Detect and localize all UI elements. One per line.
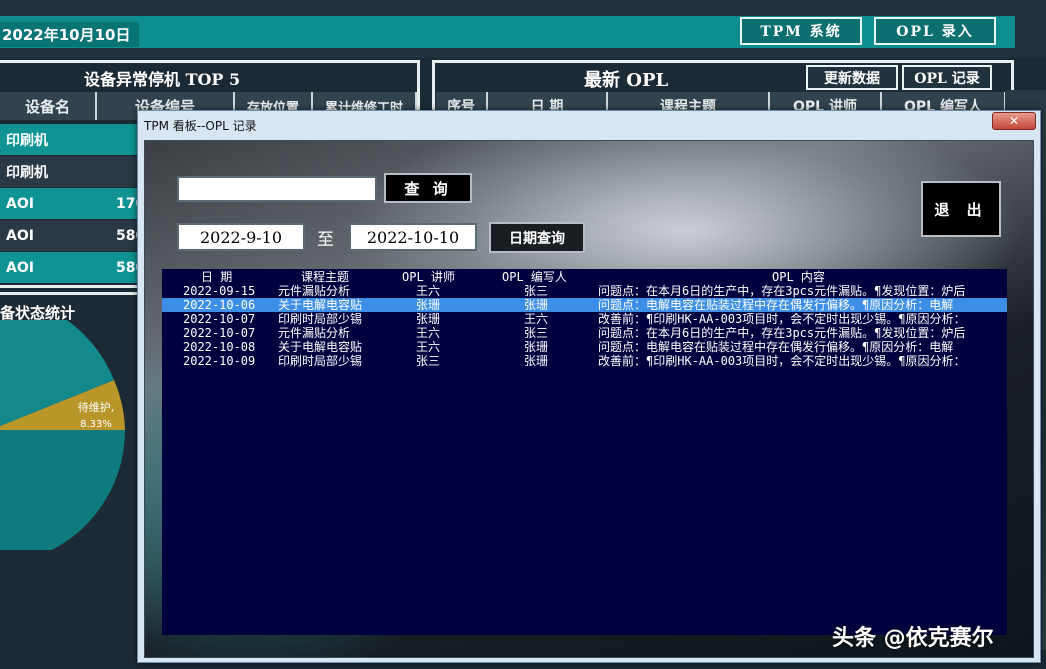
top5-row: AOI 580 xyxy=(0,220,145,251)
pie-value-pending: 8.33% xyxy=(80,419,112,430)
list-item-teacher: 张珊 xyxy=(416,298,441,312)
list-item-writer: 张珊 xyxy=(524,298,549,312)
watermark-text: 头条 @依克赛尔 xyxy=(832,626,994,651)
list-header-date: 日 期 xyxy=(201,270,233,284)
list-item-topic: 元件漏贴分析 xyxy=(278,326,351,340)
refresh-data-button[interactable]: 更新数据 xyxy=(806,65,898,90)
list-item-teacher: 王六 xyxy=(416,326,441,340)
list-item-content: 问题点：在本月6日的生产中，存在3pcs元件漏贴。¶发现位置：炉后 xyxy=(598,284,966,298)
date-from-input[interactable]: 2022-9-10 xyxy=(177,223,305,251)
exit-button[interactable]: 退 出 xyxy=(921,181,1001,237)
list-item-content: 问题点：电解电容在贴装过程中存在偶发行偏移。¶原因分析：电解 xyxy=(598,298,954,312)
top5-row-name: 印刷机 xyxy=(6,164,48,181)
date-range-separator: 至 xyxy=(317,230,334,250)
dashboard-date: 2022年10月10日 xyxy=(0,22,139,47)
list-item-topic: 印刷时局部少锡 xyxy=(278,354,363,368)
list-item[interactable]: 2022-10-06 关于电解电容贴 张珊 张珊 问题点：电解电容在贴装过程中存在偶发行… xyxy=(162,298,1007,312)
list-item-writer: 张珊 xyxy=(524,354,549,368)
list-item[interactable]: 2022-10-08 关于电解电容贴 王六 张珊 问题点：电解电容在贴装过程中存在偶发行… xyxy=(162,340,1007,354)
list-header-content: OPL 内容 xyxy=(772,270,825,284)
top5-title: 设备异常停机 TOP 5 xyxy=(84,70,241,89)
date-to-input[interactable]: 2022-10-10 xyxy=(349,223,477,251)
query-button[interactable]: 查 询 xyxy=(384,173,472,203)
list-item-content: 改善前：¶印刷HK-AA-003项目时，会不定时出现少锡。¶原因分析： xyxy=(598,312,966,326)
close-icon[interactable]: ✕ xyxy=(992,112,1036,130)
list-item[interactable]: 2022-10-07 元件漏贴分析 王六 张三 问题点：在本月6日的生产中，存在3pcs… xyxy=(162,326,1007,340)
tpm-system-button[interactable]: TPM 系统 xyxy=(740,17,862,45)
list-item-topic: 关于电解电容贴 xyxy=(278,298,363,312)
top5-row-name: AOI xyxy=(6,259,34,276)
opl-record-button[interactable]: OPL 记录 xyxy=(902,65,992,90)
date-bar: 2022年10月10日 xyxy=(0,16,1015,48)
top5-header-name: 设备名 xyxy=(0,92,97,120)
top5-row: 印刷机 xyxy=(0,156,138,187)
list-item-teacher: 王六 xyxy=(416,340,441,354)
list-item[interactable]: 2022-09-15 元件漏贴分析 王六 张三 问题点：在本月6日的生产中，存在3pcs… xyxy=(162,284,1007,298)
window-title: TPM 看板--OPL 记录 xyxy=(144,119,257,133)
list-item-writer: 王六 xyxy=(524,312,549,326)
list-item-date: 2022-09-15 xyxy=(183,284,256,298)
list-item-topic: 印刷时局部少锡 xyxy=(278,312,363,326)
list-item-date: 2022-10-07 xyxy=(183,312,256,326)
list-item-content: 问题点：电解电容在贴装过程中存在偶发行偏移。¶原因分析：电解 xyxy=(598,340,954,354)
list-item-topic: 元件漏贴分析 xyxy=(278,284,351,298)
list-item-teacher: 张珊 xyxy=(416,312,441,326)
latest-opl-title: 最新 OPL xyxy=(584,70,669,91)
opl-entry-button[interactable]: OPL 录入 xyxy=(874,17,996,45)
list-item-teacher: 张三 xyxy=(416,354,441,368)
list-header: 日 期 课程主题 OPL 讲师 OPL 编写人 OPL 内容 xyxy=(162,270,1007,284)
date-query-button[interactable]: 日期查询 xyxy=(489,222,585,253)
list-item-date: 2022-10-09 xyxy=(183,354,256,368)
pie-slice-other xyxy=(0,430,125,550)
list-item-topic: 关于电解电容贴 xyxy=(278,340,363,354)
search-input[interactable] xyxy=(177,176,377,202)
list-item-date: 2022-10-06 xyxy=(183,298,256,312)
top5-row: AOI 170 xyxy=(0,188,145,219)
window-body: 查 询 退 出 2022-9-10 至 2022-10-10 日期查询 日 期 … xyxy=(144,140,1034,658)
list-header-topic: 课程主题 xyxy=(301,270,350,284)
list-item-content: 改善前：¶印刷HK-AA-003项目时，会不定时出现少锡。¶原因分析： xyxy=(598,354,966,368)
list-item-writer: 张珊 xyxy=(524,340,549,354)
opl-record-list[interactable]: 日 期 课程主题 OPL 讲师 OPL 编写人 OPL 内容 2022-09-1… xyxy=(162,269,1007,635)
list-item-writer: 张三 xyxy=(524,284,549,298)
list-item-date: 2022-10-08 xyxy=(183,340,256,354)
list-item-content: 问题点：在本月6日的生产中，存在3pcs元件漏贴。¶发现位置：炉后 xyxy=(598,326,966,340)
list-item-date: 2022-10-07 xyxy=(183,326,256,340)
top5-row-name: AOI xyxy=(6,227,34,244)
top5-row-name: AOI xyxy=(6,195,34,212)
list-item[interactable]: 2022-10-09 印刷时局部少锡 张三 张珊 改善前：¶印刷HK-AA-003项目时… xyxy=(162,354,1007,368)
list-header-teacher: OPL 讲师 xyxy=(402,270,455,284)
opl-record-window: TPM 看板--OPL 记录 ✕ 查 询 退 出 2022-9-10 至 202… xyxy=(137,110,1041,663)
list-item-teacher: 王六 xyxy=(416,284,441,298)
list-item[interactable]: 2022-10-07 印刷时局部少锡 张珊 王六 改善前：¶印刷HK-AA-003项目时… xyxy=(162,312,1007,326)
top5-row-name: 印刷机 xyxy=(6,132,48,149)
list-header-writer: OPL 编写人 xyxy=(502,270,567,284)
status-pie-chart: 待维护, 8.33% xyxy=(0,320,125,550)
list-item-writer: 张三 xyxy=(524,326,549,340)
top5-row: AOI 580 xyxy=(0,252,145,283)
pie-label-pending: 待维护, xyxy=(78,400,115,414)
top5-row: 印刷机 xyxy=(0,124,138,155)
